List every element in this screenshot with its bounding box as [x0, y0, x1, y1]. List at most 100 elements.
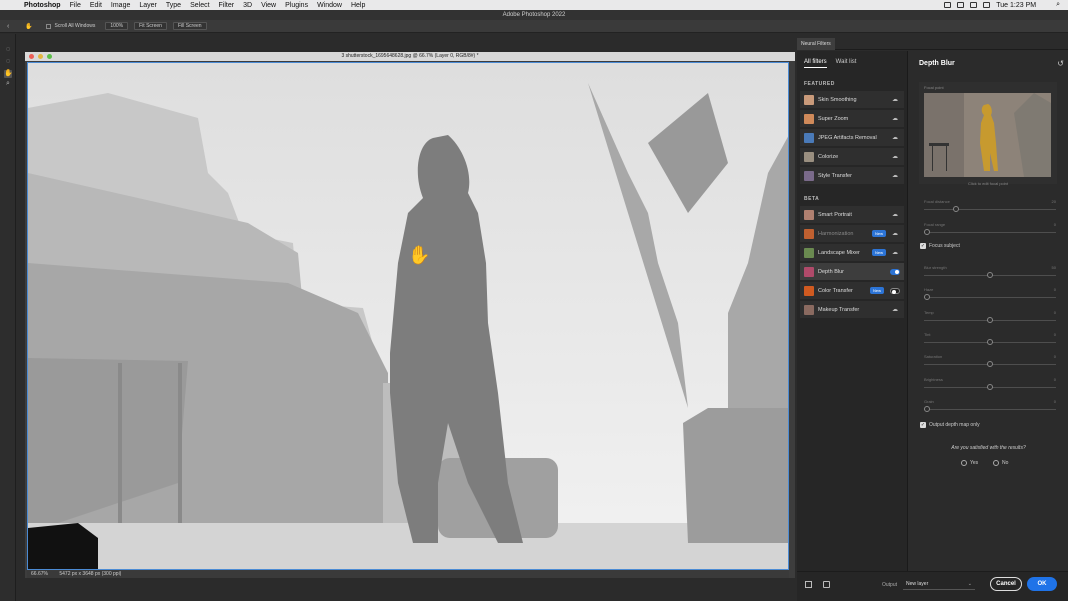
filter-thumbnail [804, 228, 814, 239]
menu-help[interactable]: Help [351, 2, 365, 9]
menu-type[interactable]: Type [166, 2, 181, 9]
zoom-level[interactable]: 66.67% [31, 571, 48, 577]
menu-edit[interactable]: Edit [90, 2, 102, 9]
filter-label: JPEG Artifacts Removal [818, 134, 877, 141]
filter-item[interactable]: Smart Portrait ☁ [800, 206, 904, 223]
slider-track[interactable] [924, 316, 1056, 323]
filter-item[interactable]: Landscape Mixer New ☁ [800, 244, 904, 261]
rotate-icon[interactable]: ◌ [4, 46, 12, 54]
filter-item[interactable]: Color Transfer New [800, 282, 904, 299]
layers-icon[interactable] [823, 581, 830, 588]
apple-icon[interactable] [8, 1, 16, 9]
slider-handle[interactable] [924, 294, 930, 301]
menu-select[interactable]: Select [190, 2, 209, 9]
ok-button[interactable]: OK [1027, 577, 1057, 591]
menu-window[interactable]: Window [317, 2, 342, 9]
neural-filters-tab[interactable]: Neural Filters [797, 38, 835, 50]
zoom-icon[interactable]: ⌕ [4, 80, 12, 88]
minimize-button[interactable] [38, 54, 43, 59]
filter-item[interactable]: Style Transfer ☁ [800, 167, 904, 184]
image-canvas[interactable]: ✋ [27, 62, 789, 570]
slider-handle[interactable] [987, 316, 993, 323]
menu-plugins[interactable]: Plugins [285, 2, 308, 9]
filter-label: Skin Smoothing [818, 96, 857, 103]
slider-track[interactable] [924, 383, 1056, 390]
tab-wait-list[interactable]: Wait list [836, 59, 857, 68]
slider-value: 0 [1053, 287, 1056, 293]
clock[interactable]: Tue 1:23 PM [996, 2, 1036, 9]
slider-handle[interactable] [924, 405, 930, 412]
wifi-icon[interactable] [970, 2, 978, 8]
menu-3d[interactable]: 3D [243, 2, 252, 9]
slider-track[interactable] [924, 294, 1056, 301]
cloud-download-icon[interactable]: ☁ [892, 154, 900, 160]
focal-point-preview[interactable] [924, 93, 1051, 177]
menu-layer[interactable]: Layer [139, 2, 157, 9]
filter-item[interactable]: JPEG Artifacts Removal ☁ [800, 129, 904, 146]
cloud-download-icon[interactable]: ☁ [892, 307, 900, 313]
filter-item[interactable]: Harmonization New ☁ [800, 225, 904, 242]
fit-screen-button[interactable]: Fit Screen [134, 22, 167, 30]
slider-track[interactable] [924, 229, 1056, 235]
fill-screen-button[interactable]: Fill Screen [172, 22, 207, 30]
cloud-download-icon[interactable]: ☁ [892, 97, 900, 103]
slider-track[interactable] [924, 338, 1056, 345]
no-option[interactable]: No [993, 460, 1008, 466]
filter-toggle[interactable] [890, 287, 900, 294]
output-select[interactable]: New layer ⌄ [903, 578, 975, 590]
slider-handle[interactable] [987, 383, 993, 390]
menu-app[interactable]: Photoshop [24, 2, 61, 9]
battery-icon[interactable] [983, 2, 991, 8]
filter-item[interactable]: Skin Smoothing ☁ [800, 91, 904, 108]
scroll-all-checkbox[interactable] [46, 23, 52, 29]
focus-subject-checkbox[interactable]: ✓ [920, 243, 926, 249]
slider-handle[interactable] [987, 361, 993, 368]
zoom-out-icon[interactable]: ◌ [4, 58, 12, 66]
cloud-download-icon[interactable]: ☁ [892, 250, 900, 256]
zoom-button[interactable] [47, 54, 52, 59]
cloud-download-icon[interactable]: ☁ [892, 212, 900, 218]
slider-value: 0 [1053, 354, 1056, 360]
screen-icon[interactable] [944, 2, 952, 8]
filter-toggle[interactable] [890, 268, 900, 275]
hand-tool-icon[interactable]: ✋ [4, 70, 13, 78]
output-depth-checkbox[interactable]: ✓ [920, 422, 926, 428]
document-statusbar: 66.67% 5472 px x 3648 px (300 ppi) [27, 570, 789, 578]
yes-radio[interactable] [961, 460, 967, 466]
slider-handle[interactable] [924, 229, 930, 235]
slider-track[interactable] [924, 272, 1056, 278]
slider-handle[interactable] [952, 206, 959, 212]
slider-label: Haze [924, 287, 934, 293]
slider-track[interactable] [924, 206, 1056, 212]
cancel-button[interactable]: Cancel [990, 577, 1022, 591]
menu-file[interactable]: File [70, 2, 81, 9]
cloud-icon[interactable] [957, 2, 965, 8]
cloud-download-icon[interactable]: ☁ [892, 135, 900, 141]
slider-label: Tint [924, 331, 931, 337]
panel-header [797, 34, 1068, 50]
slider-track[interactable] [924, 405, 1056, 412]
search-icon[interactable]: ⌕ [1056, 1, 1060, 9]
cloud-download-icon[interactable]: ☁ [892, 231, 900, 237]
menu-view[interactable]: View [261, 2, 276, 9]
tab-all-filters[interactable]: All filters [804, 59, 827, 68]
yes-option[interactable]: Yes [961, 460, 978, 466]
filter-item[interactable]: Makeup Transfer ☁ [800, 301, 904, 318]
menu-image[interactable]: Image [111, 2, 130, 9]
hand-tool-icon[interactable]: ✋ [25, 23, 32, 30]
menu-filter[interactable]: Filter [219, 2, 235, 9]
zoom-100-button[interactable]: 100% [105, 22, 129, 30]
filter-item[interactable]: Super Zoom ☁ [800, 110, 904, 127]
slider-track[interactable] [924, 361, 1056, 368]
no-radio[interactable] [993, 460, 999, 466]
slider-handle[interactable] [987, 338, 993, 345]
slider-handle[interactable] [987, 272, 993, 278]
cloud-download-icon[interactable]: ☁ [892, 116, 900, 122]
close-button[interactable] [29, 54, 34, 59]
compare-icon[interactable] [805, 581, 812, 588]
reset-icon[interactable]: ↺ [1057, 59, 1064, 68]
back-icon[interactable]: ‹ [7, 23, 15, 30]
filter-item[interactable]: Depth Blur [800, 263, 904, 280]
cloud-download-icon[interactable]: ☁ [892, 173, 900, 179]
filter-item[interactable]: Colorize ☁ [800, 148, 904, 165]
